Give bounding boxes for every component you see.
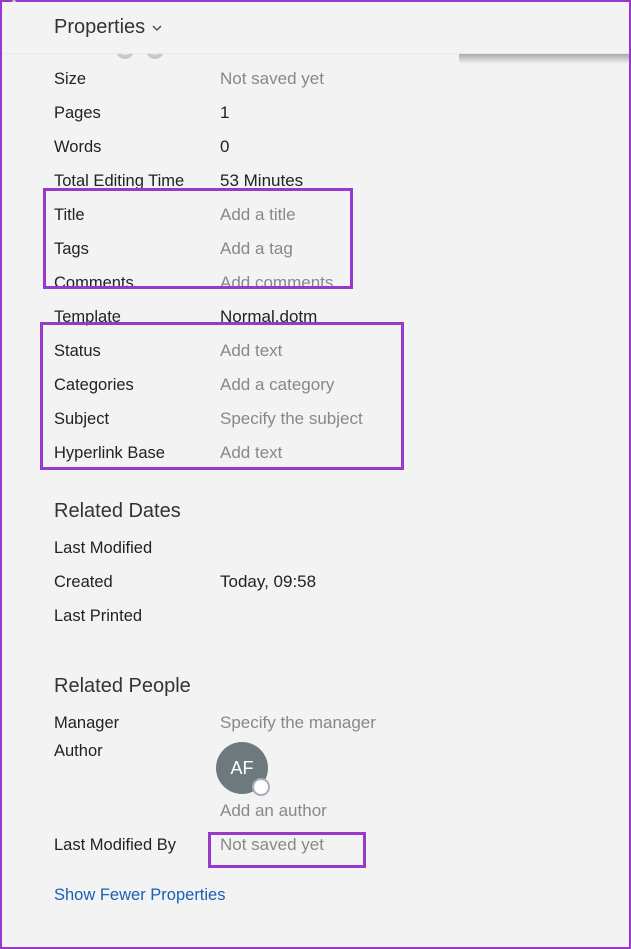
value-created: Today, 09:58 [220, 572, 316, 592]
value-words: 0 [220, 137, 229, 157]
label-tags: Tags [54, 240, 220, 259]
input-title[interactable]: Add a title [220, 205, 296, 225]
label-last-modified: Last Modified [54, 539, 220, 558]
label-author: Author [54, 742, 220, 761]
label-pages: Pages [54, 104, 220, 123]
row-template: Template Normal.dotm [54, 300, 629, 334]
row-manager[interactable]: Manager Specify the manager [54, 706, 629, 740]
row-created: Created Today, 09:58 [54, 565, 629, 599]
value-editing-time: 53 Minutes [220, 171, 303, 191]
row-subject[interactable]: Subject Specify the subject [54, 402, 629, 436]
label-size: Size [54, 70, 220, 89]
input-tags[interactable]: Add a tag [220, 239, 293, 259]
label-hyperlink-base: Hyperlink Base [54, 444, 220, 463]
value-last-modified-by: Not saved yet [220, 835, 324, 855]
row-add-author[interactable]: Add an author [54, 794, 629, 828]
label-template: Template [54, 308, 220, 327]
row-title[interactable]: Title Add a title [54, 198, 629, 232]
row-size: Size Not saved yet [54, 62, 629, 96]
row-status[interactable]: Status Add text [54, 334, 629, 368]
input-add-author[interactable]: Add an author [220, 801, 327, 821]
row-last-modified: Last Modified [54, 531, 629, 565]
label-manager: Manager [54, 714, 220, 733]
row-author: Author AF [54, 740, 629, 794]
row-hyperlink-base[interactable]: Hyperlink Base Add text [54, 436, 629, 470]
label-title: Title [54, 206, 220, 225]
value-size: Not saved yet [220, 69, 324, 89]
label-comments: Comments [54, 274, 220, 293]
row-categories[interactable]: Categories Add a category [54, 368, 629, 402]
label-status: Status [54, 342, 220, 361]
ribbon-shadow [459, 54, 629, 64]
show-fewer-properties-link[interactable]: Show Fewer Properties [54, 886, 629, 905]
chevron-down-icon [151, 22, 163, 34]
row-last-modified-by: Last Modified By Not saved yet [54, 828, 629, 862]
author-initials: AF [230, 758, 253, 779]
presence-icon [252, 778, 270, 796]
label-subject: Subject [54, 410, 220, 429]
label-words: Words [54, 138, 220, 157]
value-template: Normal.dotm [220, 307, 317, 327]
label-categories: Categories [54, 376, 220, 395]
properties-header[interactable]: Properties [2, 2, 629, 54]
section-related-dates: Related Dates [54, 500, 629, 523]
properties-title: Properties [54, 16, 145, 39]
label-editing-time: Total Editing Time [54, 172, 220, 191]
row-last-printed: Last Printed [54, 599, 629, 633]
input-subject[interactable]: Specify the subject [220, 409, 363, 429]
row-comments[interactable]: Comments Add comments [54, 266, 629, 300]
label-last-modified-by: Last Modified By [54, 836, 220, 855]
row-pages: Pages 1 [54, 96, 629, 130]
row-tags[interactable]: Tags Add a tag [54, 232, 629, 266]
input-hyperlink-base[interactable]: Add text [220, 443, 282, 463]
row-words: Words 0 [54, 130, 629, 164]
value-pages: 1 [220, 103, 229, 123]
label-last-printed: Last Printed [54, 607, 220, 626]
label-created: Created [54, 573, 220, 592]
section-related-people: Related People [54, 675, 629, 698]
input-manager[interactable]: Specify the manager [220, 713, 376, 733]
row-editing-time: Total Editing Time 53 Minutes [54, 164, 629, 198]
input-comments[interactable]: Add comments [220, 273, 333, 293]
author-avatar[interactable]: AF [216, 742, 268, 794]
input-status[interactable]: Add text [220, 341, 282, 361]
input-categories[interactable]: Add a category [220, 375, 334, 395]
